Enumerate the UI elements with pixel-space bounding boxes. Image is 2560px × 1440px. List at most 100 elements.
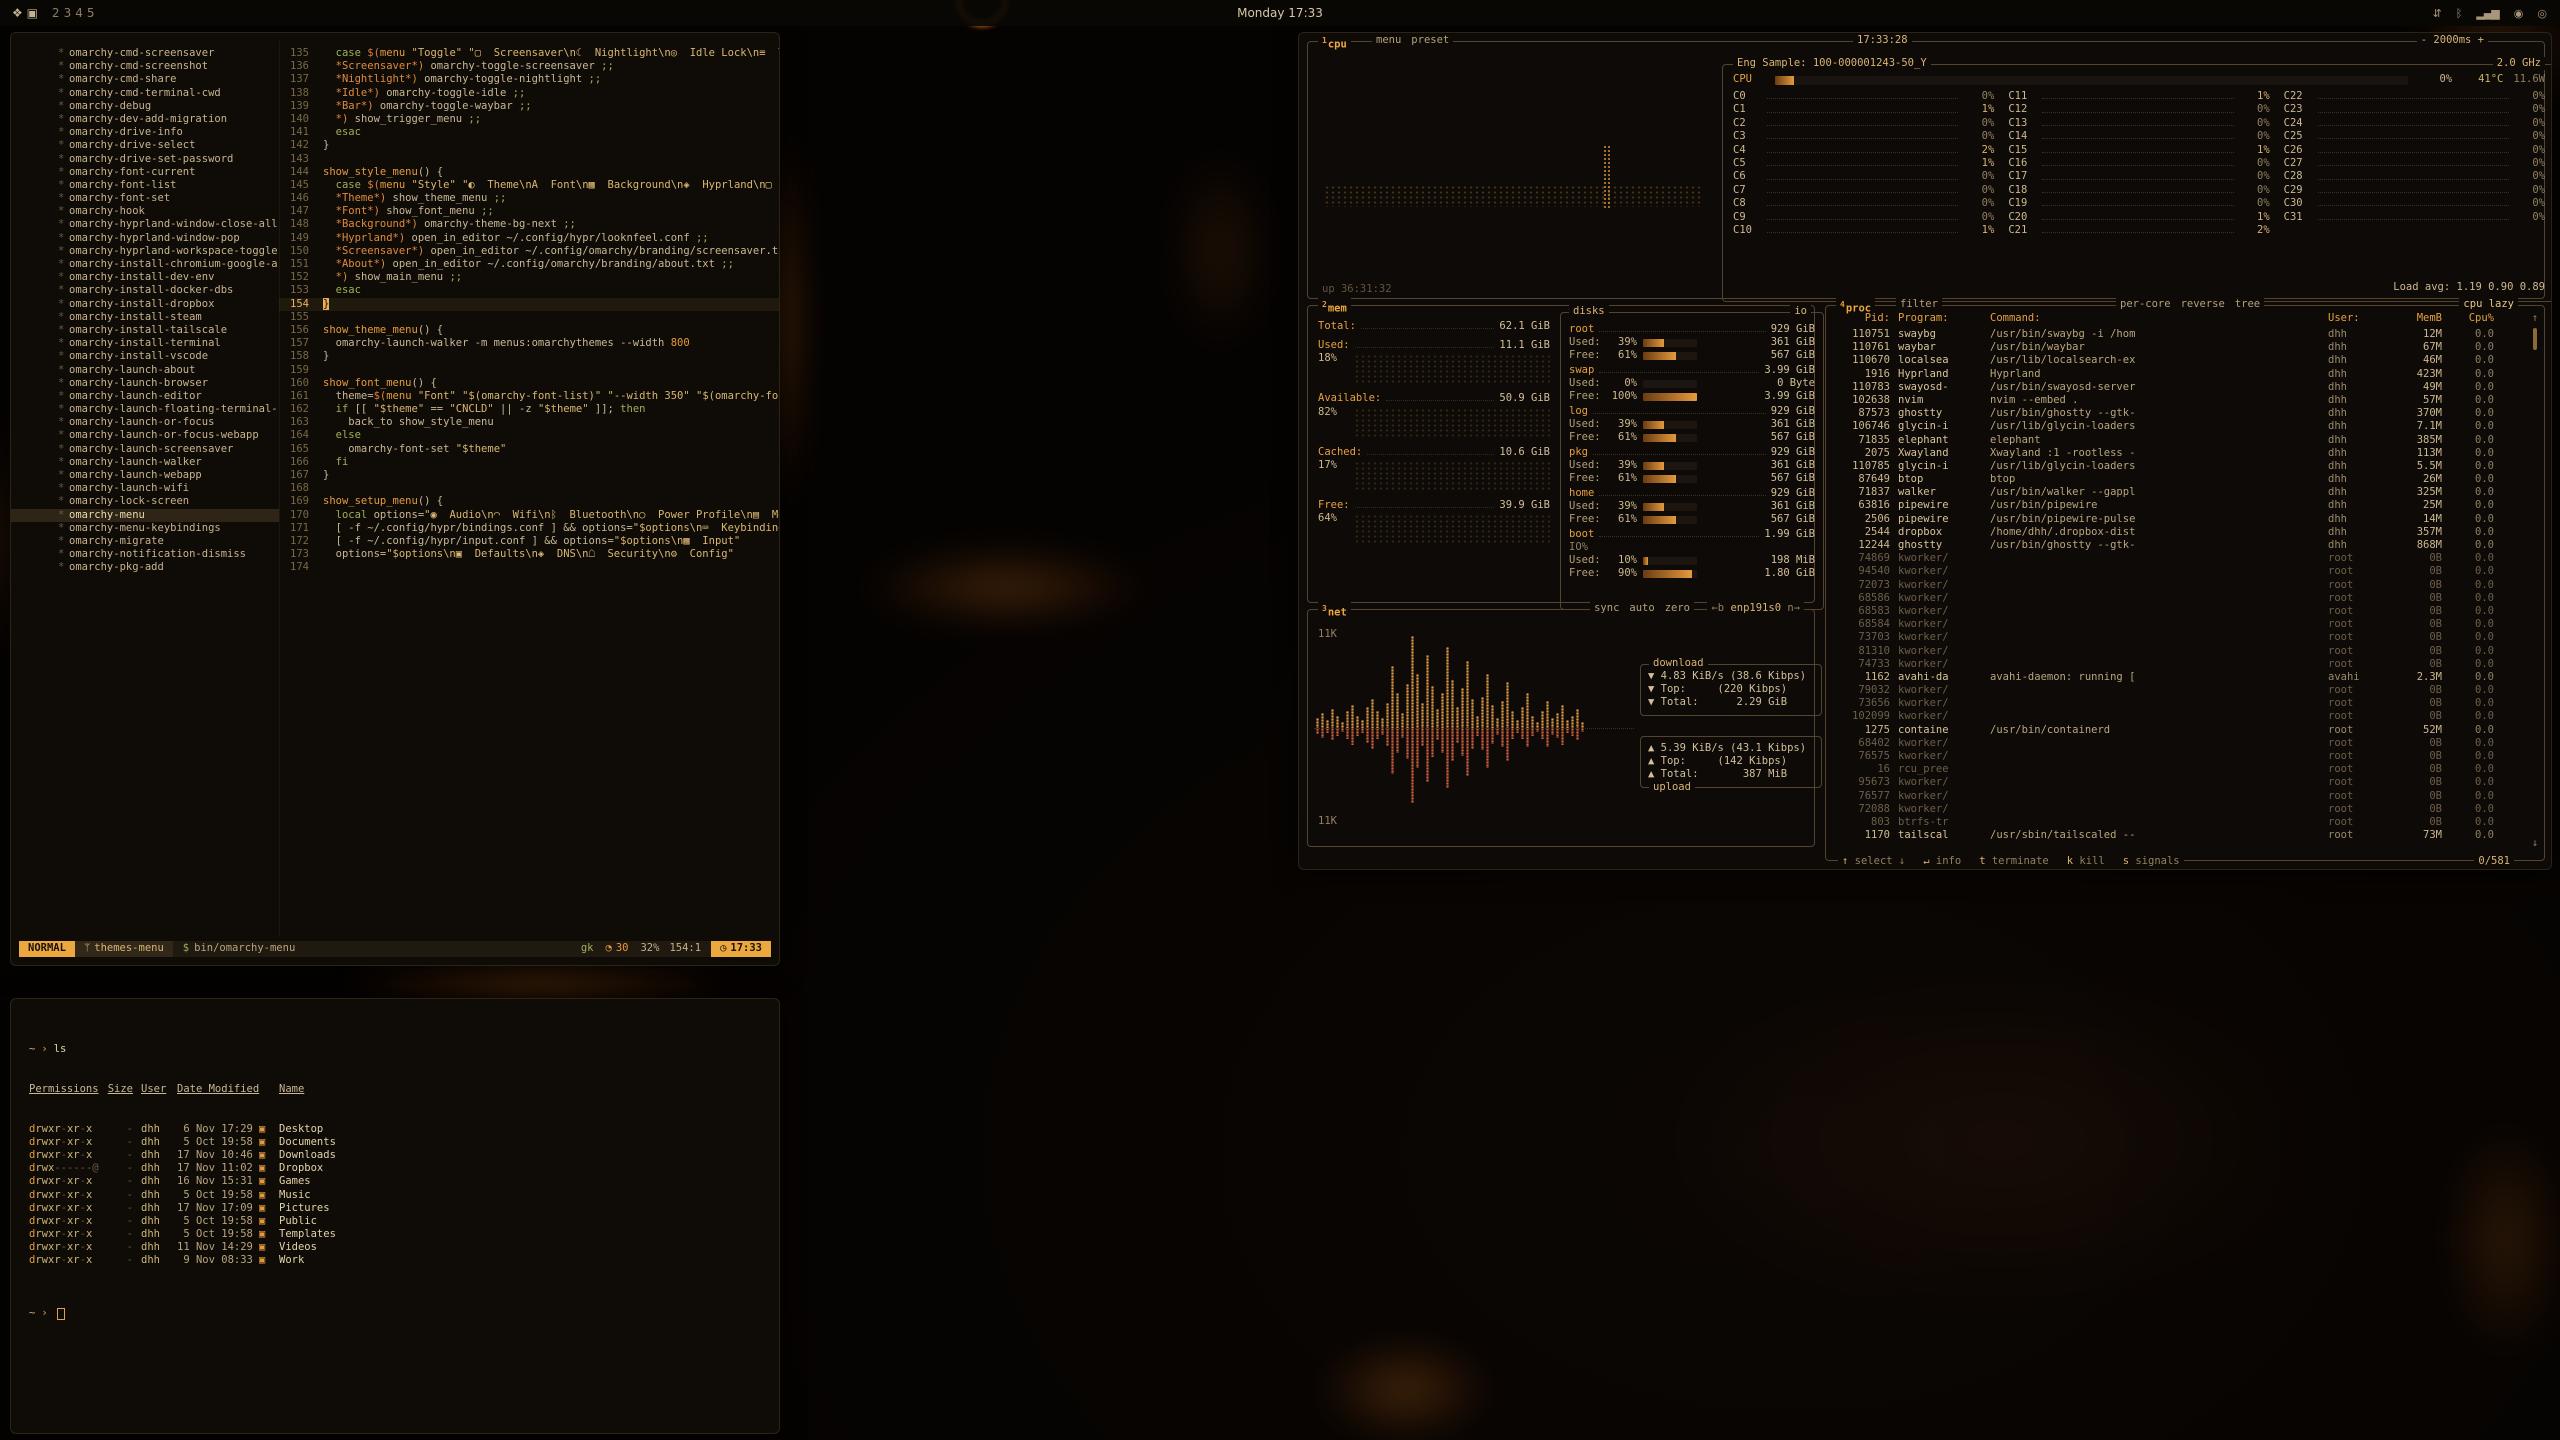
buffer-item[interactable]: *omarchy-drive-select bbox=[11, 139, 279, 152]
code-line[interactable]: 141 esac bbox=[279, 126, 779, 139]
buffer-item[interactable]: *omarchy-launch-or-focus-webapp bbox=[11, 429, 279, 442]
buffer-item[interactable]: *omarchy-install-chromium-google-a bbox=[11, 258, 279, 271]
buffer-item[interactable]: *omarchy-launch-floating-terminal- bbox=[11, 403, 279, 416]
code-line[interactable]: 163 back_to show_style_menu bbox=[279, 416, 779, 429]
code-line[interactable]: 138 *Idle*) omarchy-toggle-idle ;; bbox=[279, 87, 779, 100]
proc-option-reverse[interactable]: reverse bbox=[2181, 298, 2225, 310]
code-line[interactable]: 149 *Hyprland*) open_in_editor ~/.config… bbox=[279, 232, 779, 245]
process-row[interactable]: 94540kworker/root0B0.0 bbox=[1826, 565, 2526, 578]
cpu-tab-menu[interactable]: menu bbox=[1376, 34, 1401, 46]
code-line[interactable]: 164 else bbox=[279, 429, 779, 442]
code-line[interactable]: 154} bbox=[279, 298, 779, 311]
buffer-item[interactable]: *omarchy-debug bbox=[11, 100, 279, 113]
proc-option-per-core[interactable]: per-core bbox=[2120, 298, 2171, 310]
process-row[interactable]: 110783swayosd-/usr/bin/swayosd-serverdhh… bbox=[1826, 381, 2526, 394]
buffer-item[interactable]: *omarchy-cmd-share bbox=[11, 73, 279, 86]
buffer-item[interactable]: *omarchy-font-set bbox=[11, 192, 279, 205]
buffer-item[interactable]: *omarchy-menu bbox=[11, 509, 279, 522]
buffer-item[interactable]: *omarchy-pkg-add bbox=[11, 561, 279, 574]
process-row[interactable]: 12244ghostty/usr/bin/ghostty --gtk-dhh86… bbox=[1826, 539, 2526, 552]
process-row[interactable]: 110785glycin-i/usr/lib/glycin-loadersdhh… bbox=[1826, 460, 2526, 473]
buffer-item[interactable]: *omarchy-migrate bbox=[11, 535, 279, 548]
process-row[interactable]: 68402kworker/root0B0.0 bbox=[1826, 737, 2526, 750]
process-row[interactable]: 72088kworker/root0B0.0 bbox=[1826, 803, 2526, 816]
buffer-list[interactable]: *omarchy-cmd-screensaver*omarchy-cmd-scr… bbox=[11, 41, 280, 937]
buffer-item[interactable]: *omarchy-launch-webapp bbox=[11, 469, 279, 482]
buffer-item[interactable]: *omarchy-launch-browser bbox=[11, 377, 279, 390]
proc-tab-filter[interactable]: filter bbox=[1900, 298, 1938, 310]
process-row[interactable]: 102099kworker/root0B0.0 bbox=[1826, 710, 2526, 723]
buffer-item[interactable]: *omarchy-install-terminal bbox=[11, 337, 279, 350]
network-meter-icon[interactable]: ▂▄▆ bbox=[2476, 7, 2498, 20]
code-line[interactable]: 146 *Theme*) show_theme_menu ;; bbox=[279, 192, 779, 205]
code-line[interactable]: 168 bbox=[279, 482, 779, 495]
process-row[interactable]: 87649btopbtopdhh26M0.0 bbox=[1826, 473, 2526, 486]
code-line[interactable]: 162 if [[ "$theme" == "CNCLD" || -z "$th… bbox=[279, 403, 779, 416]
mem-box-title[interactable]: 2mem bbox=[1318, 298, 1351, 316]
process-row[interactable]: 73703kworker/root0B0.0 bbox=[1826, 631, 2526, 644]
process-row[interactable]: 71835elephantelephantdhh385M0.0 bbox=[1826, 434, 2526, 447]
scroll-down-icon[interactable]: ↓ bbox=[2530, 837, 2540, 850]
process-row[interactable]: 87573ghostty/usr/bin/ghostty --gtk-dhh37… bbox=[1826, 407, 2526, 420]
col-user[interactable]: User: bbox=[2328, 312, 2378, 325]
code-line[interactable]: 151 *About*) open_in_editor ~/.config/om… bbox=[279, 258, 779, 271]
code-line[interactable]: 160show_font_menu() { bbox=[279, 377, 779, 390]
code-line[interactable]: 142} bbox=[279, 139, 779, 152]
process-row[interactable]: 102638nvimnvim --embed .dhh57M0.0 bbox=[1826, 394, 2526, 407]
code-line[interactable]: 148 *Background*) omarchy-theme-bg-next … bbox=[279, 218, 779, 231]
cpu-tab-preset[interactable]: preset bbox=[1411, 34, 1449, 46]
workspace-2[interactable]: 2 bbox=[50, 6, 62, 20]
bluetooth-icon[interactable]: ᛒ bbox=[2456, 7, 2462, 20]
net-interface[interactable]: ←b enp191s0 n→ bbox=[1707, 602, 1804, 615]
process-row[interactable]: 81310kworker/root0B0.0 bbox=[1826, 645, 2526, 658]
buffer-item[interactable]: *omarchy-hyprland-window-pop bbox=[11, 232, 279, 245]
code-line[interactable]: 136 *Screensaver*) omarchy-toggle-screen… bbox=[279, 60, 779, 73]
io-tab[interactable]: io bbox=[1790, 305, 1811, 318]
buffer-item[interactable]: *omarchy-hyprland-workspace-toggle bbox=[11, 245, 279, 258]
code-line[interactable]: 174 bbox=[279, 561, 779, 574]
process-row[interactable]: 74869kworker/root0B0.0 bbox=[1826, 552, 2526, 565]
process-row[interactable]: 74733kworker/root0B0.0 bbox=[1826, 658, 2526, 671]
buffer-item[interactable]: *omarchy-launch-wifi bbox=[11, 482, 279, 495]
prompt-line[interactable]: ~ › bbox=[29, 1307, 779, 1320]
code-line[interactable]: 140 *) show_trigger_menu ;; bbox=[279, 113, 779, 126]
workspace-icon[interactable]: ❖ bbox=[12, 6, 27, 20]
code-line[interactable]: 155 bbox=[279, 311, 779, 324]
buffer-item[interactable]: *omarchy-install-vscode bbox=[11, 350, 279, 363]
code-line[interactable]: 137 *Nightlight*) omarchy-toggle-nightli… bbox=[279, 73, 779, 86]
terminal-window[interactable]: ~ › ls Permissions Size User Date Modifi… bbox=[10, 998, 780, 1434]
code-line[interactable]: 165 omarchy-font-set "$theme" bbox=[279, 443, 779, 456]
buffer-item[interactable]: *omarchy-install-dropbox bbox=[11, 298, 279, 311]
code-line[interactable]: 159 bbox=[279, 364, 779, 377]
process-row[interactable]: 71837walker/usr/bin/walker --gappldhh325… bbox=[1826, 486, 2526, 499]
process-row[interactable]: 1170tailscal/usr/sbin/tailscaled --root7… bbox=[1826, 829, 2526, 842]
buffer-item[interactable]: *omarchy-notification-dismiss bbox=[11, 548, 279, 561]
code-line[interactable]: 173 options="$options\n▣ Defaults\n◈ DNS… bbox=[279, 548, 779, 561]
col-cpu[interactable]: Cpu% bbox=[2450, 312, 2494, 325]
code-line[interactable]: 135 case $(menu "Toggle" "▢ Screensaver\… bbox=[279, 47, 779, 60]
process-row[interactable]: 72073kworker/root0B0.0 bbox=[1826, 579, 2526, 592]
process-row[interactable]: 110761waybar/usr/bin/waybardhh67M0.0 bbox=[1826, 341, 2526, 354]
col-command[interactable]: Command: bbox=[1990, 312, 2320, 325]
swap-arrows-icon[interactable]: ⇵ bbox=[2433, 7, 2441, 20]
process-row[interactable]: 73656kworker/root0B0.0 bbox=[1826, 697, 2526, 710]
buffer-item[interactable]: *omarchy-install-tailscale bbox=[11, 324, 279, 337]
buffer-item[interactable]: *omarchy-install-dev-env bbox=[11, 271, 279, 284]
process-row[interactable]: 16rcu_preeroot0B0.0 bbox=[1826, 763, 2526, 776]
code-line[interactable]: 153 esac bbox=[279, 284, 779, 297]
scroll-up-icon[interactable]: ↑ bbox=[2532, 312, 2538, 324]
buffer-item[interactable]: *omarchy-font-current bbox=[11, 166, 279, 179]
process-row[interactable]: 803btrfs-trroot0B0.0 bbox=[1826, 816, 2526, 829]
scroll-thumb[interactable] bbox=[2533, 328, 2537, 350]
net-tab-auto[interactable]: auto bbox=[1629, 602, 1654, 614]
code-line[interactable]: 143 bbox=[279, 153, 779, 166]
code-editor[interactable]: 135 case $(menu "Toggle" "▢ Screensaver\… bbox=[279, 41, 779, 937]
workspace-4[interactable]: 4 bbox=[73, 6, 85, 20]
net-box-title[interactable]: 3net bbox=[1318, 602, 1351, 620]
code-line[interactable]: 169show_setup_menu() { bbox=[279, 495, 779, 508]
process-row[interactable]: 110751swaybg/usr/bin/swaybg -i /homdhh12… bbox=[1826, 328, 2526, 341]
buffer-item[interactable]: *omarchy-drive-set-password bbox=[11, 153, 279, 166]
process-row[interactable]: 76575kworker/root0B0.0 bbox=[1826, 750, 2526, 763]
buffer-item[interactable]: *omarchy-install-docker-dbs bbox=[11, 284, 279, 297]
proc-sort[interactable]: cpu lazy bbox=[2459, 298, 2518, 311]
